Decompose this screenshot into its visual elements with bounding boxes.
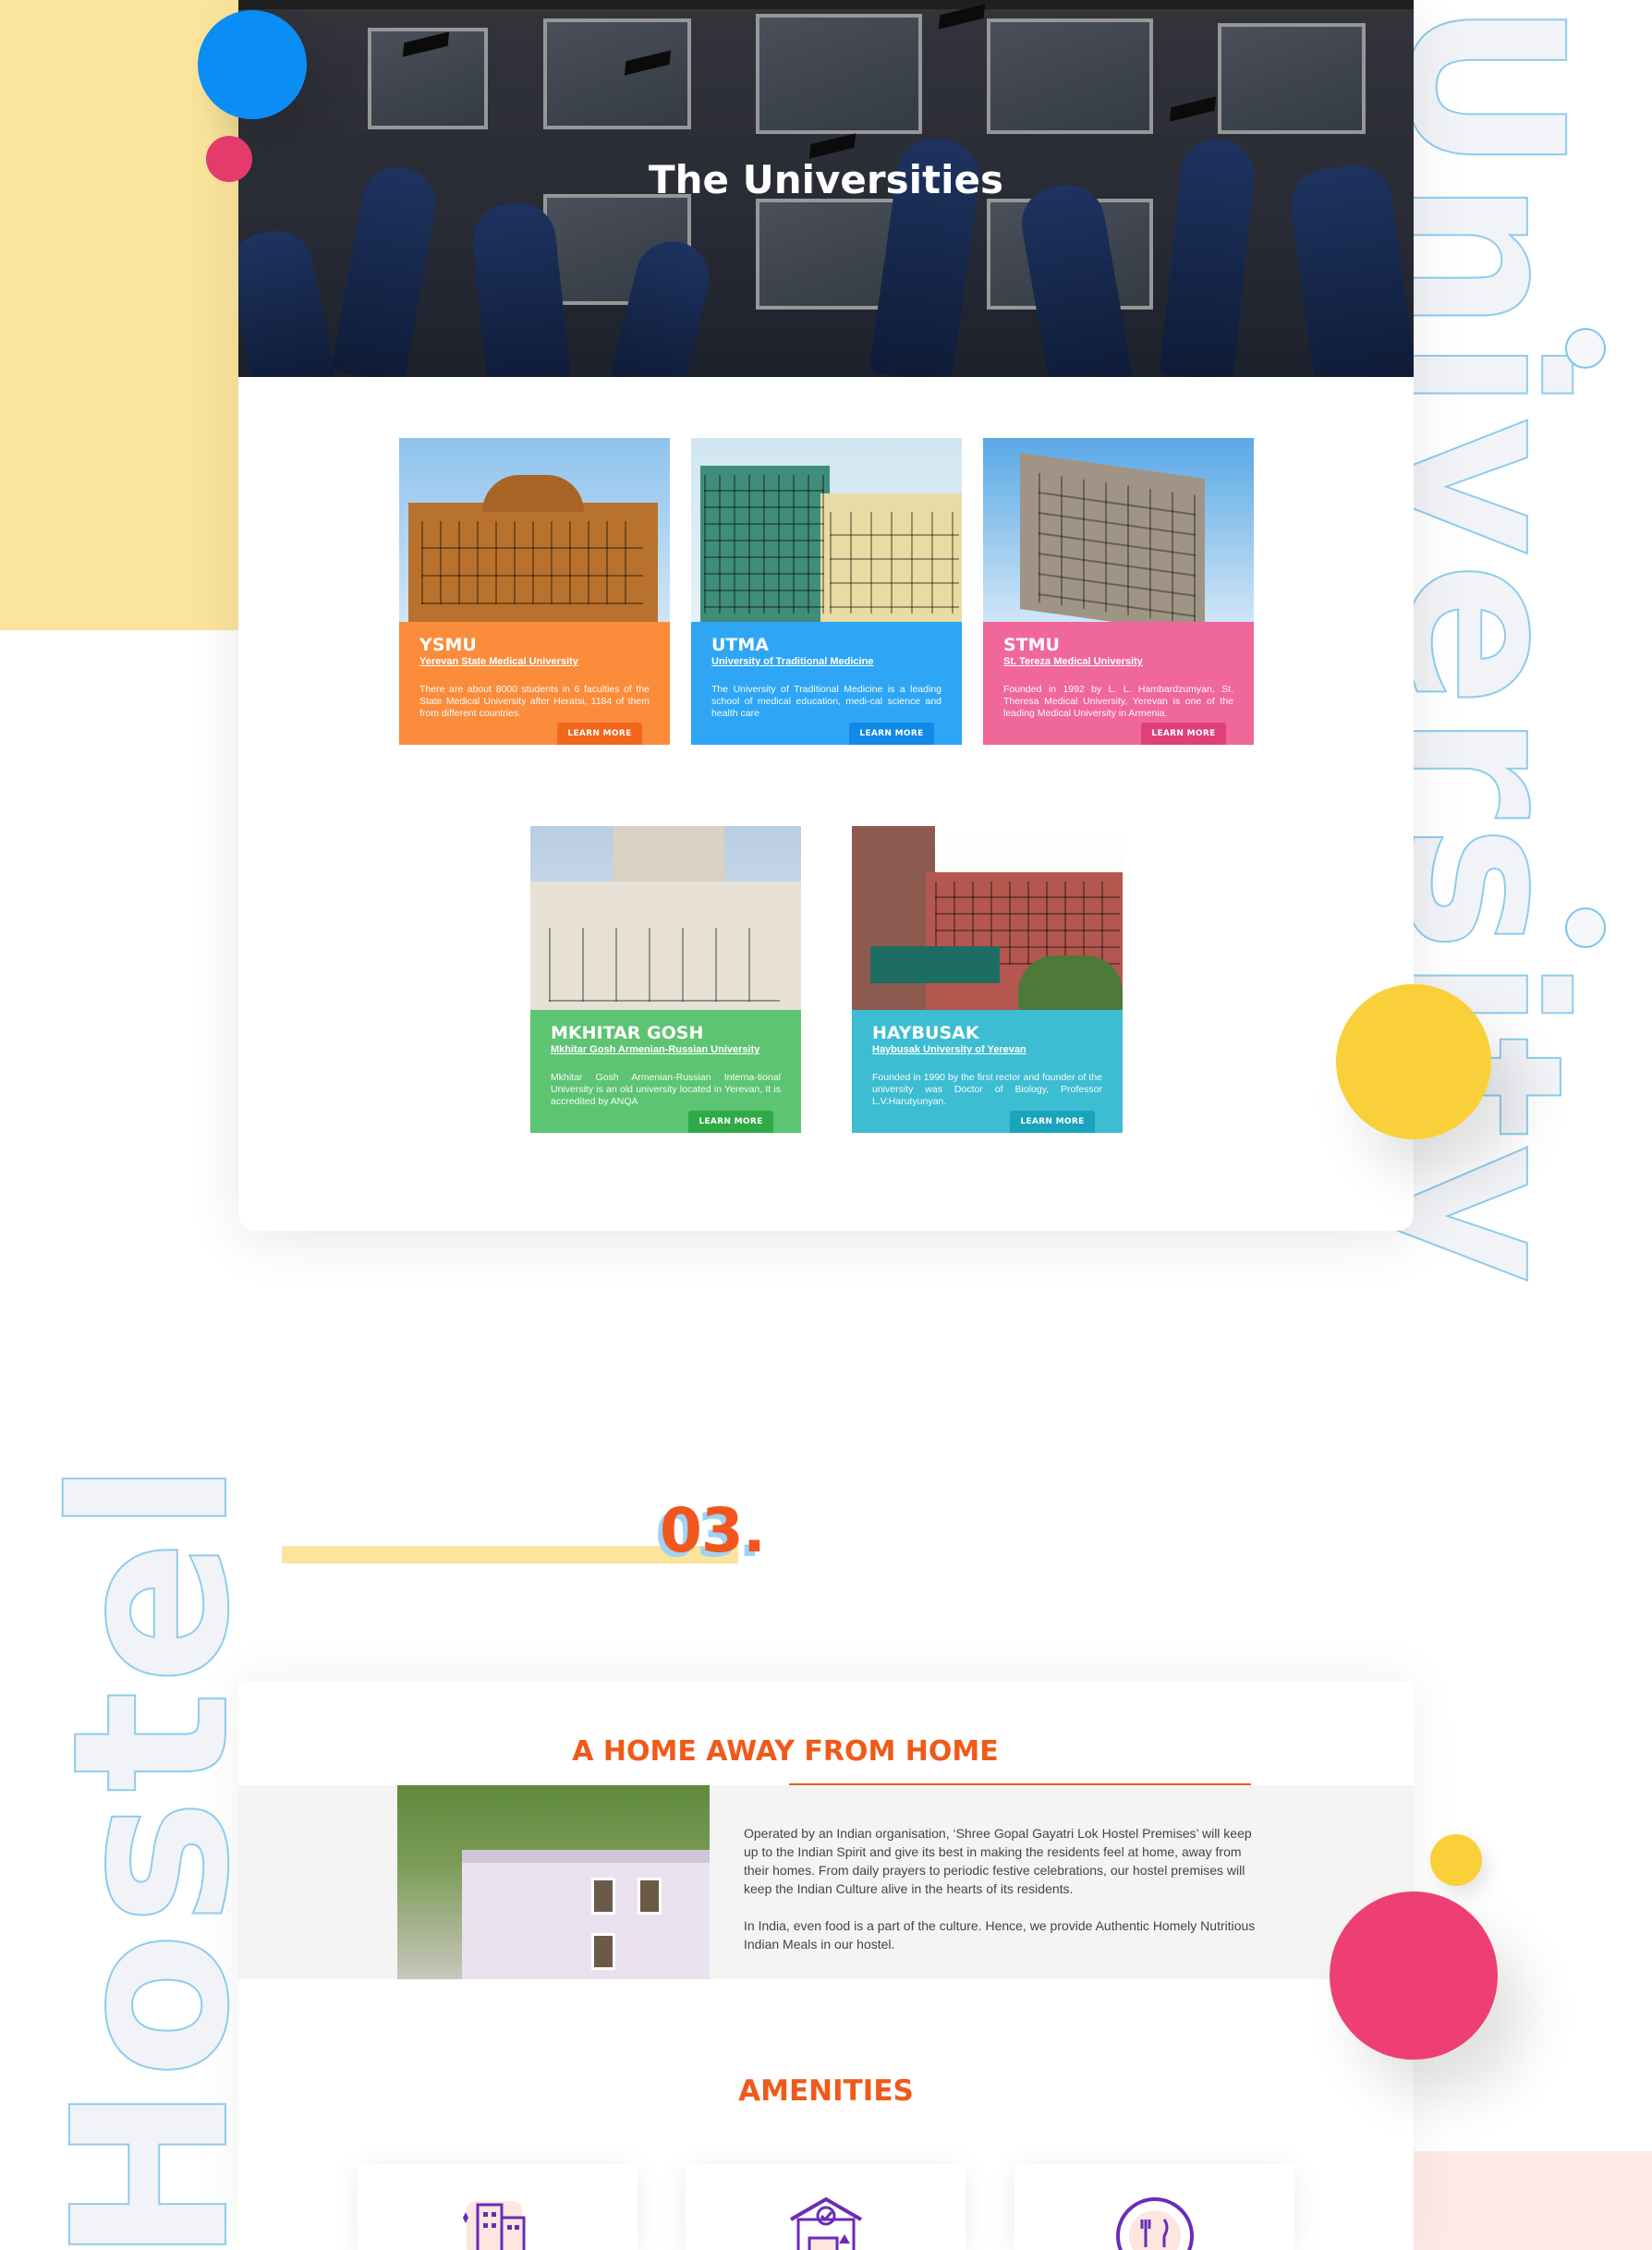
learn-more-button[interactable]: LEARN MORE	[557, 723, 642, 745]
university-card-mkhitar-gosh: MKHITAR GOSH Mkhitar Gosh Armenian-Russi…	[530, 826, 801, 1133]
title-underline	[789, 1783, 1251, 1785]
learn-more-button[interactable]: LEARN MORE	[849, 723, 934, 745]
hostel-description: Operated by an Indian organisation, ‘Shr…	[744, 1824, 1266, 1953]
university-abbr: STMU	[1003, 635, 1060, 655]
amenity-card[interactable]	[1014, 2164, 1294, 2250]
amenities-title: AMENITIES	[738, 2074, 914, 2108]
university-abbr: UTMA	[711, 635, 770, 655]
pink-background-block	[1414, 2151, 1652, 2250]
amenity-card[interactable]	[686, 2164, 966, 2250]
food-plate-icon	[1115, 2197, 1194, 2250]
university-description: Founded in 1992 by L. L. Hambardzumyan, …	[1003, 684, 1233, 719]
university-name-link[interactable]: Yerevan State Medical University	[419, 656, 650, 667]
universities-card: The Universities YSMU Yerevan State Medi…	[238, 0, 1414, 1231]
learn-more-button[interactable]: LEARN MORE	[688, 1111, 773, 1133]
university-description: Mkhitar Gosh Armenian-Russian Interna-ti…	[551, 1072, 781, 1107]
university-description: There are about 8000 students in 6 facul…	[419, 684, 650, 719]
university-photo	[530, 826, 801, 1010]
hero-banner: The Universities	[238, 0, 1414, 377]
building-icon	[462, 2201, 525, 2250]
yellow-background-block	[0, 0, 238, 630]
hostel-paragraph: Operated by an Indian organisation, ‘Shr…	[744, 1826, 1252, 1896]
hostel-outline-word: Hostel	[26, 1454, 277, 2250]
university-photo	[983, 438, 1254, 622]
university-photo	[852, 826, 1123, 1010]
university-name-link[interactable]: University of Traditional Medicine	[711, 656, 941, 667]
university-photo	[691, 438, 962, 622]
university-name-link[interactable]: Haybusak University of Yerevan	[872, 1044, 1102, 1055]
university-abbr: MKHITAR GOSH	[551, 1023, 704, 1043]
learn-more-button[interactable]: LEARN MORE	[1010, 1111, 1095, 1133]
university-description: Founded in 1990 by the first rector and …	[872, 1072, 1102, 1107]
yellow-dot-decoration	[1430, 1834, 1482, 1886]
university-card-ysmu: YSMU Yerevan State Medical University Th…	[399, 438, 670, 745]
university-photo	[399, 438, 670, 622]
yellow-circle-decoration	[1336, 984, 1491, 1139]
page-title: The Universities	[649, 157, 1003, 202]
university-card-haybusak: HAYBUSAK Haybusak University of Yerevan …	[852, 826, 1123, 1133]
university-card-stmu: STMU St. Tereza Medical University Found…	[983, 438, 1254, 745]
university-abbr: HAYBUSAK	[872, 1023, 979, 1043]
university-abbr: YSMU	[419, 635, 477, 655]
pink-circle-decoration	[1330, 1891, 1498, 2060]
university-description: The University of Traditional Medicine i…	[711, 684, 941, 719]
section-number: 03.	[660, 1495, 766, 1566]
secure-room-icon	[789, 2196, 862, 2250]
amenity-card[interactable]	[358, 2164, 638, 2250]
hostel-paragraph: In India, even food is a part of the cul…	[744, 1918, 1256, 1952]
university-card-utma: UTMA University of Traditional Medicine …	[691, 438, 962, 745]
ring-dot	[1565, 328, 1606, 369]
hostel-photo	[397, 1785, 710, 1979]
section-title: A HOME AWAY FROM HOME	[572, 1735, 999, 1768]
learn-more-button[interactable]: LEARN MORE	[1141, 723, 1226, 745]
ring-dot	[1565, 907, 1606, 948]
university-name-link[interactable]: St. Tereza Medical University	[1003, 656, 1233, 667]
blue-circle-decoration	[198, 10, 307, 119]
pink-dot-decoration	[206, 136, 252, 182]
university-name-link[interactable]: Mkhitar Gosh Armenian-Russian University	[551, 1044, 781, 1055]
